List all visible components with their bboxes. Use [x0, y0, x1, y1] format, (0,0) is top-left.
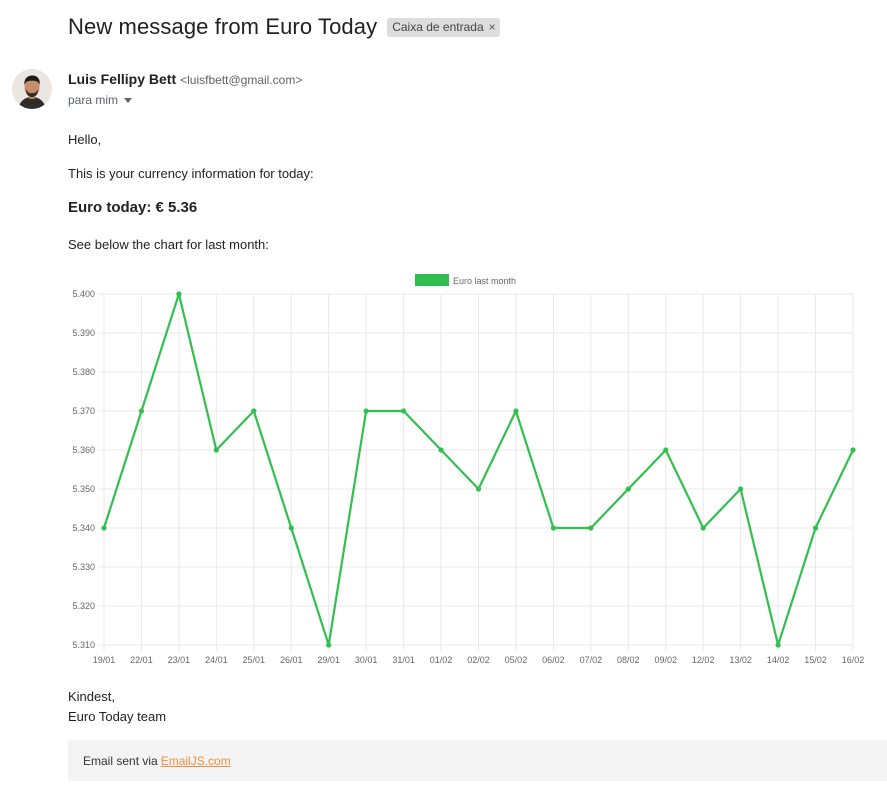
- x-tick-label: 02/02: [467, 655, 490, 665]
- team-signature: Euro Today team: [68, 709, 167, 724]
- data-point: [213, 447, 219, 453]
- y-tick-label: 5.370: [72, 406, 95, 416]
- data-point: [738, 486, 744, 492]
- intro-text: This is your currency information for to…: [68, 166, 314, 181]
- emailjs-footer: Email sent via EmailJS.com: [68, 740, 887, 781]
- x-tick-label: 23/01: [168, 655, 191, 665]
- data-point: [850, 447, 856, 453]
- subject-row: New message from Euro Today Caixa de ent…: [68, 14, 500, 40]
- legend-label: Euro last month: [453, 276, 516, 286]
- data-point: [326, 642, 332, 648]
- data-point: [812, 525, 819, 531]
- chart-grid: [98, 293, 854, 651]
- x-tick-label: 05/02: [505, 655, 528, 665]
- x-tick-label: 19/01: [93, 655, 116, 665]
- y-tick-label: 5.400: [72, 289, 95, 299]
- chevron-down-icon: [124, 97, 133, 103]
- data-point: [625, 486, 631, 492]
- data-point: [513, 408, 519, 414]
- data-point: [588, 525, 594, 531]
- inbox-label-text: Caixa de entrada: [392, 20, 484, 34]
- data-point: [251, 408, 257, 414]
- y-tick-label: 5.380: [72, 367, 95, 377]
- recipient-details-toggle[interactable]: para mim: [68, 93, 302, 107]
- data-point: [363, 408, 369, 414]
- sender-email: <luisfbett@gmail.com>: [180, 73, 303, 87]
- x-tick-label: 25/01: [243, 655, 266, 665]
- chart-legend: Euro last month: [415, 274, 516, 286]
- email-subject: New message from Euro Today: [68, 14, 378, 39]
- emailjs-link[interactable]: EmailJS.com: [161, 754, 231, 768]
- data-point: [176, 291, 182, 297]
- y-tick-label: 5.330: [72, 562, 95, 572]
- x-tick-label: 30/01: [355, 655, 378, 665]
- data-point: [401, 408, 407, 414]
- sender-name[interactable]: Luis Fellipy Bett: [68, 71, 176, 87]
- data-point: [101, 525, 107, 531]
- data-point: [700, 525, 706, 531]
- data-point: [475, 486, 482, 492]
- chart-intro-text: See below the chart for last month:: [68, 237, 269, 252]
- x-tick-label: 01/02: [430, 655, 453, 665]
- legend-swatch: [415, 274, 449, 286]
- x-tick-label: 08/02: [617, 655, 640, 665]
- sender-avatar[interactable]: [12, 69, 52, 109]
- y-tick-label: 5.350: [72, 484, 95, 494]
- euro-line-chart: 5.400 5.390 5.380 5.370 5.360 5.350 5.340 5.330…: [72, 274, 865, 665]
- x-tick-label: 15/02: [804, 655, 827, 665]
- x-axis-ticks: 19/01 22/01 23/01 24/01 25/01 26/01 29/01 30/01…: [93, 655, 865, 665]
- remove-label-icon[interactable]: ×: [489, 20, 496, 34]
- greeting-text: Hello,: [68, 132, 102, 147]
- euro-today-value: Euro today: € 5.36: [68, 199, 198, 216]
- x-tick-label: 12/02: [692, 655, 715, 665]
- x-tick-label: 24/01: [205, 655, 228, 665]
- x-tick-label: 09/02: [654, 655, 677, 665]
- data-point: [663, 447, 669, 453]
- x-tick-label: 13/02: [729, 655, 752, 665]
- y-tick-label: 5.310: [72, 640, 95, 650]
- data-point: [550, 525, 556, 531]
- x-tick-label: 16/02: [842, 655, 865, 665]
- y-tick-label: 5.360: [72, 445, 95, 455]
- x-tick-label: 06/02: [542, 655, 565, 665]
- x-tick-label: 22/01: [130, 655, 153, 665]
- y-axis-ticks: 5.400 5.390 5.380 5.370 5.360 5.350 5.340 5.330…: [72, 289, 95, 650]
- footer-prefix: Email sent via: [83, 753, 158, 768]
- x-tick-label: 29/01: [317, 655, 340, 665]
- inbox-label-chip[interactable]: Caixa de entrada ×: [387, 17, 500, 37]
- data-point: [438, 447, 444, 453]
- avatar-image: [12, 69, 52, 109]
- x-tick-label: 26/01: [280, 655, 303, 665]
- y-tick-label: 5.390: [72, 328, 95, 338]
- data-point: [775, 642, 781, 648]
- x-tick-label: 31/01: [392, 655, 415, 665]
- sender-block: Luis Fellipy Bett <luisfbett@gmail.com> …: [68, 71, 302, 107]
- recipient-text: para mim: [68, 93, 119, 107]
- y-tick-label: 5.340: [72, 523, 95, 533]
- sign-off-text: Kindest,: [68, 689, 115, 704]
- x-tick-label: 14/02: [767, 655, 790, 665]
- data-point: [138, 408, 145, 414]
- data-point: [288, 525, 294, 531]
- y-tick-label: 5.320: [72, 601, 95, 611]
- x-tick-label: 07/02: [580, 655, 603, 665]
